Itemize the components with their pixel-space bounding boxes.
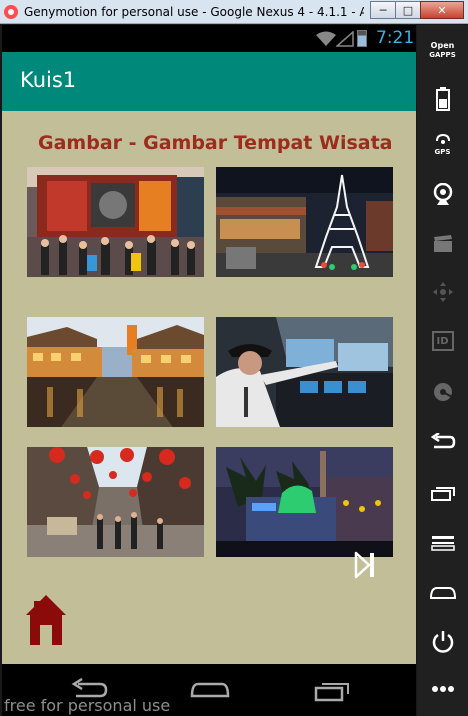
home-icon xyxy=(26,595,66,645)
dpad-icon xyxy=(432,282,453,302)
recent-side-button[interactable] xyxy=(417,485,468,501)
close-button[interactable]: ✕ xyxy=(420,1,464,19)
android-screen: 7:21 Kuis1 Gambar - Gambar Tempat Wisata xyxy=(2,25,416,716)
gps-button[interactable]: GPS xyxy=(417,133,468,156)
dpad-button[interactable] xyxy=(417,281,468,303)
pilot-cockpit-photo xyxy=(216,317,393,427)
battery-button[interactable] xyxy=(417,87,468,111)
theme-park-photo xyxy=(27,167,204,277)
app-title: Kuis1 xyxy=(20,68,77,92)
window-title: Genymotion for personal use - Google Nex… xyxy=(24,4,364,19)
recent-apps-icon xyxy=(430,487,455,501)
power-icon xyxy=(432,631,453,653)
opengapps-label-bottom: GAPPS xyxy=(429,51,456,59)
window-controls: ─ □ ✕ xyxy=(370,1,464,19)
battery-icon xyxy=(357,30,367,47)
disk-io-button[interactable] xyxy=(417,381,468,403)
gallery-image-3[interactable] xyxy=(27,317,204,427)
emulator-window: Genymotion for personal use - Google Nex… xyxy=(0,0,468,716)
action-bar: Kuis1 xyxy=(2,52,416,111)
device-id-button[interactable]: ID xyxy=(417,331,468,351)
window-titlebar[interactable]: Genymotion for personal use - Google Nex… xyxy=(0,0,468,24)
main-content: Gambar - Gambar Tempat Wisata xyxy=(2,111,416,664)
chinatown-lanterns-photo xyxy=(27,447,204,557)
gallery-image-1[interactable] xyxy=(27,167,204,277)
maximize-button[interactable]: □ xyxy=(395,1,421,19)
eiffel-tower-photo xyxy=(216,167,393,277)
next-button[interactable] xyxy=(354,551,376,579)
gallery-image-2[interactable] xyxy=(216,167,393,277)
webcam-icon xyxy=(433,183,452,205)
screencast-button[interactable] xyxy=(417,235,468,253)
skip-next-icon xyxy=(354,551,374,579)
clapperboard-icon xyxy=(433,235,452,252)
back-side-button[interactable] xyxy=(417,433,468,451)
signal-icon xyxy=(336,31,354,47)
status-bar: 7:21 xyxy=(2,25,416,52)
gallery-image-4[interactable] xyxy=(216,317,393,427)
power-button[interactable] xyxy=(417,629,468,653)
battery-icon xyxy=(435,87,450,111)
minimize-button[interactable]: ─ xyxy=(370,1,396,19)
id-label: ID xyxy=(436,335,449,347)
gps-label: GPS xyxy=(434,148,451,156)
camera-button[interactable] xyxy=(417,183,468,207)
gps-icon xyxy=(435,134,450,144)
more-dots-icon xyxy=(431,686,454,692)
gallery-image-5[interactable] xyxy=(27,447,204,557)
genymotion-toolbar: Open GAPPS GPS ID xyxy=(417,25,468,716)
home-outline-icon xyxy=(429,587,456,599)
opengapps-label-top: Open xyxy=(430,41,455,50)
opengapps-button[interactable]: Open GAPPS xyxy=(417,41,468,60)
watermark: free for personal use xyxy=(4,696,171,715)
back-arrow-icon xyxy=(430,433,455,449)
genymotion-icon xyxy=(4,4,18,19)
clock: 7:21 xyxy=(376,28,415,48)
more-options-button[interactable] xyxy=(417,685,468,693)
menu-side-button[interactable] xyxy=(417,535,468,551)
home-nav-icon[interactable] xyxy=(190,678,230,702)
menu-icon xyxy=(430,536,455,551)
id-icon: ID xyxy=(431,331,454,351)
disk-icon xyxy=(433,383,452,401)
home-side-button[interactable] xyxy=(417,585,468,599)
wifi-icon xyxy=(316,31,336,46)
night-park-photo xyxy=(216,447,393,557)
home-button[interactable] xyxy=(26,593,66,647)
page-title: Gambar - Gambar Tempat Wisata xyxy=(38,132,393,154)
recent-apps-icon[interactable] xyxy=(314,678,350,702)
gallery-image-6[interactable] xyxy=(216,447,393,557)
floating-market-photo xyxy=(27,317,204,427)
